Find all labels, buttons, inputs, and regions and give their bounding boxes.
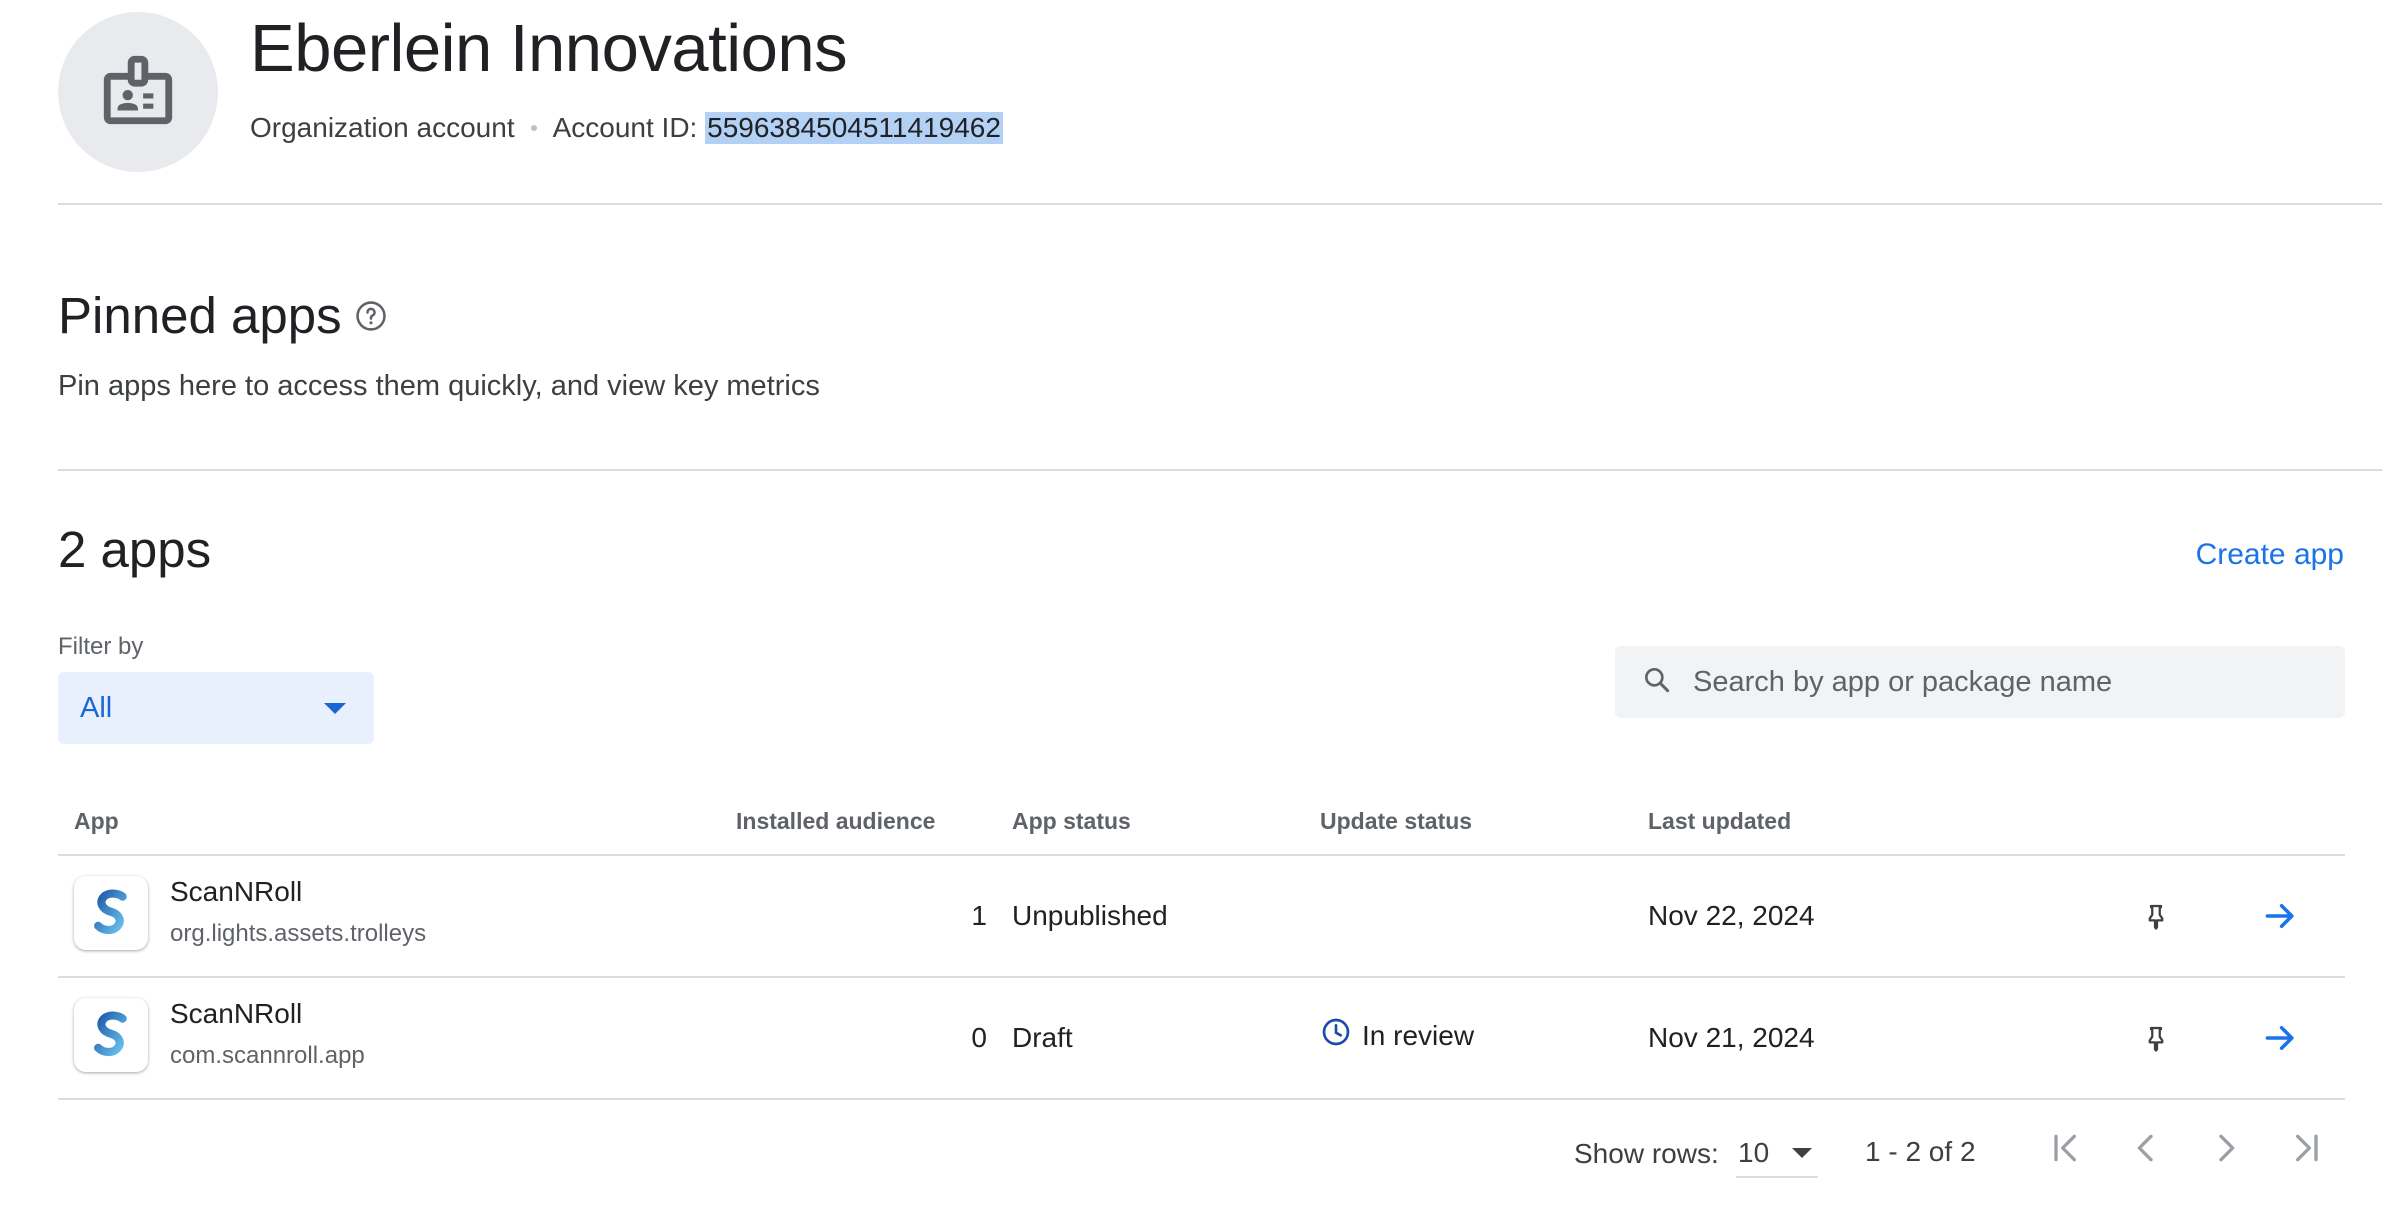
first-page-icon[interactable] bbox=[2044, 1126, 2088, 1170]
search-input[interactable] bbox=[1693, 665, 2333, 699]
help-icon[interactable] bbox=[354, 299, 388, 333]
pin-icon[interactable] bbox=[2138, 1018, 2174, 1058]
account-id-label: Account ID: bbox=[552, 112, 698, 143]
filter-value: All bbox=[80, 691, 113, 724]
table-row[interactable]: ScanNRoll com.scannroll.app 0 Draft In r… bbox=[58, 978, 2345, 1100]
app-icon bbox=[74, 876, 148, 950]
account-id[interactable]: 5596384504511419462 bbox=[705, 112, 1003, 144]
filter-dropdown[interactable]: All bbox=[58, 672, 374, 744]
column-header-update-status: Update status bbox=[1320, 808, 1473, 834]
account-type: Organization account bbox=[250, 112, 515, 143]
column-header-app-status: App status bbox=[1012, 808, 1131, 834]
last-updated: Nov 22, 2024 bbox=[1648, 900, 1815, 931]
app-icon bbox=[74, 998, 148, 1072]
rows-per-page-value: 10 bbox=[1738, 1137, 1770, 1168]
last-updated: Nov 21, 2024 bbox=[1648, 1022, 1815, 1053]
arrow-right-icon[interactable] bbox=[2258, 894, 2302, 938]
installed-audience: 1 bbox=[971, 900, 987, 931]
apps-count-title: 2 apps bbox=[58, 521, 212, 578]
header-divider bbox=[58, 203, 2382, 205]
search-icon bbox=[1641, 664, 1673, 701]
pinned-apps-title: Pinned apps bbox=[58, 287, 342, 344]
search-container bbox=[1615, 646, 2345, 718]
apps-table: App Installed audience App status Update… bbox=[58, 790, 2345, 1100]
organization-meta: Organization account Account ID: 5596384… bbox=[250, 112, 1003, 144]
app-status: Draft bbox=[1012, 1022, 1073, 1053]
chevron-down-icon bbox=[1792, 1148, 1812, 1158]
arrow-right-icon[interactable] bbox=[2258, 1016, 2302, 1060]
update-status-text: In review bbox=[1362, 1019, 1475, 1051]
app-package: org.lights.assets.trolleys bbox=[170, 920, 427, 947]
update-status: In review bbox=[1320, 1016, 1474, 1055]
organization-avatar bbox=[58, 12, 218, 172]
column-header-last-updated: Last updated bbox=[1648, 808, 1792, 834]
last-page-icon[interactable] bbox=[2284, 1126, 2328, 1170]
create-app-link[interactable]: Create app bbox=[2196, 538, 2344, 572]
separator-dot bbox=[530, 125, 537, 131]
rows-per-page-select[interactable]: 10 bbox=[1736, 1130, 1818, 1178]
pinned-apps-description: Pin apps here to access them quickly, an… bbox=[58, 370, 820, 402]
installed-audience: 0 bbox=[971, 1022, 987, 1053]
badge-icon bbox=[97, 49, 179, 136]
show-rows-label: Show rows: bbox=[1574, 1138, 1719, 1169]
pinned-divider bbox=[58, 469, 2382, 471]
app-status: Unpublished bbox=[1012, 900, 1168, 931]
pagination-range: 1 - 2 of 2 bbox=[1865, 1136, 1976, 1167]
clock-icon bbox=[1320, 1016, 1352, 1055]
organization-name: Eberlein Innovations bbox=[250, 11, 848, 86]
pinned-apps-heading: Pinned apps bbox=[58, 286, 388, 345]
app-name: ScanNRoll bbox=[170, 998, 303, 1029]
table-row[interactable]: ScanNRoll org.lights.assets.trolleys 1 U… bbox=[58, 856, 2345, 978]
table-header: App Installed audience App status Update… bbox=[58, 790, 2345, 856]
filter-label: Filter by bbox=[58, 633, 144, 660]
column-header-app: App bbox=[74, 808, 119, 834]
app-package: com.scannroll.app bbox=[170, 1042, 365, 1069]
prev-page-icon[interactable] bbox=[2124, 1126, 2168, 1170]
column-header-installed-audience: Installed audience bbox=[736, 808, 936, 834]
app-name: ScanNRoll bbox=[170, 876, 303, 907]
chevron-down-icon bbox=[324, 702, 346, 714]
next-page-icon[interactable] bbox=[2204, 1126, 2248, 1170]
pin-icon[interactable] bbox=[2138, 896, 2174, 936]
